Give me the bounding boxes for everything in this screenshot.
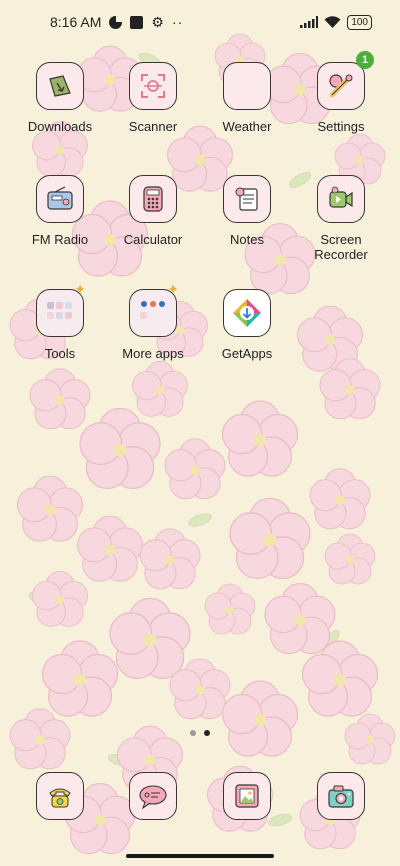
app-label: Settings	[317, 119, 365, 134]
app-notes[interactable]: Notes	[200, 175, 294, 247]
screen-recorder-icon	[317, 175, 365, 223]
dock-camera[interactable]	[294, 772, 388, 820]
dock-messages[interactable]	[106, 772, 200, 820]
notification-badge: 1	[356, 51, 374, 69]
dock-gallery[interactable]	[200, 772, 294, 820]
gear-icon: ⚙	[151, 13, 164, 30]
more-notifications-icon: ··	[171, 14, 184, 30]
app-label: GetApps	[221, 346, 273, 361]
battery-indicator: 100	[347, 14, 372, 30]
app-label: Screen Recorder	[314, 232, 368, 262]
app-scanner[interactable]: Scanner	[106, 62, 200, 134]
settings-icon: 1	[317, 51, 374, 110]
app-settings[interactable]: 1 Settings	[294, 51, 388, 134]
sparkle-icon: ✦	[74, 281, 86, 297]
notes-icon	[223, 175, 271, 223]
camera-icon	[317, 772, 365, 820]
sparkle-icon: ✦	[167, 281, 179, 297]
app-fm-radio[interactable]: FM Radio	[13, 175, 107, 247]
app-label: Notes	[230, 232, 264, 247]
messages-icon	[129, 772, 177, 820]
page-dot[interactable]	[190, 730, 196, 736]
notification-icon	[130, 15, 144, 29]
app-screen-recorder[interactable]: Screen Recorder	[294, 175, 388, 262]
app-label: Weather	[222, 119, 272, 134]
page-dot-active[interactable]	[204, 730, 210, 736]
gallery-icon	[223, 772, 271, 820]
data-saver-icon	[109, 15, 123, 29]
app-getapps[interactable]: GetApps	[200, 289, 294, 361]
status-bar: 8:16 AM ⚙ ·· 100	[0, 0, 400, 44]
calculator-icon	[129, 175, 177, 223]
phone-icon	[36, 772, 84, 820]
dock-phone[interactable]	[13, 772, 107, 820]
app-label: Calculator	[123, 232, 183, 247]
app-label: Tools	[44, 346, 76, 361]
app-calculator[interactable]: Calculator	[106, 175, 200, 247]
app-downloads[interactable]: Downloads	[13, 62, 107, 134]
folder-icon: ✦	[36, 281, 86, 337]
scanner-icon	[129, 62, 177, 110]
app-label: Downloads	[27, 119, 93, 134]
app-label: Scanner	[128, 119, 178, 134]
radio-icon	[36, 175, 84, 223]
signal-icon	[300, 16, 319, 28]
app-label: More apps	[122, 346, 184, 361]
page-indicator	[0, 730, 400, 736]
home-indicator[interactable]	[126, 854, 274, 858]
app-label: FM Radio	[31, 232, 89, 247]
app-weather[interactable]: Weather	[200, 62, 294, 134]
status-time: 8:16 AM	[50, 14, 102, 30]
app-folder-tools[interactable]: ✦ Tools	[13, 281, 107, 361]
wifi-icon	[324, 15, 341, 28]
folder-icon: ✦	[129, 281, 179, 337]
app-folder-more-apps[interactable]: ✦ More apps	[106, 281, 200, 361]
getapps-icon	[223, 289, 271, 337]
weather-icon	[223, 62, 271, 110]
download-icon	[36, 62, 84, 110]
